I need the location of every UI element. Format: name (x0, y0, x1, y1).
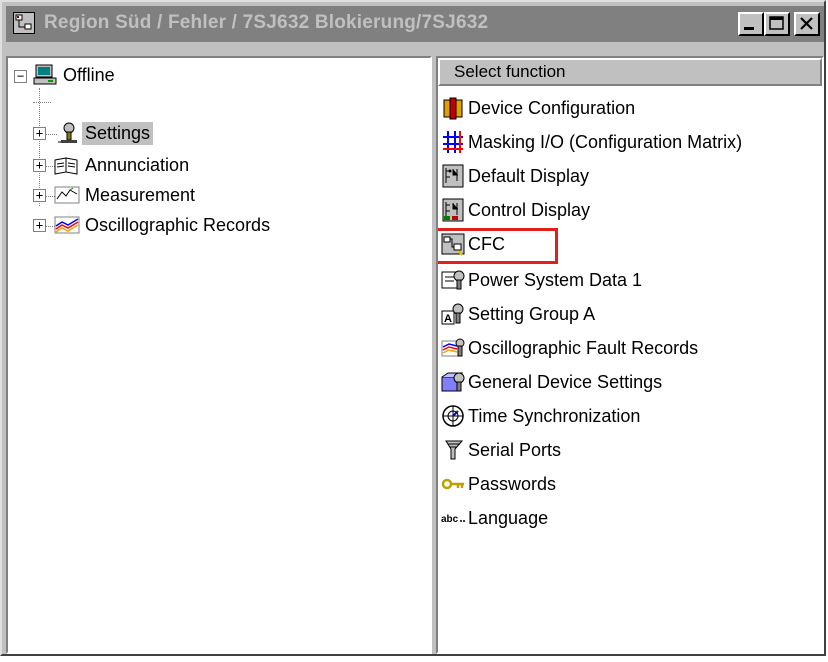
function-item-language[interactable]: abc Language (440, 502, 548, 534)
power-system-icon (441, 270, 465, 290)
fault-records-icon (441, 338, 465, 357)
function-item-label: Time Synchronization (468, 405, 641, 426)
function-item-passwords[interactable]: Passwords (440, 468, 556, 500)
key-icon (441, 478, 464, 490)
function-item-oscillographic-fault-records[interactable]: Oscillographic Fault Records (440, 332, 698, 364)
maximize-button[interactable] (764, 12, 790, 36)
computer-icon (33, 64, 57, 85)
svg-text:A: A (444, 313, 452, 325)
app-window: Region Süd / Fehler / 7SJ632 Blokierung/… (0, 0, 826, 656)
setting-group-icon: A (441, 303, 464, 325)
function-item-label: Serial Ports (468, 439, 562, 460)
expand-icon[interactable]: + (33, 219, 46, 232)
function-item-label: General Device Settings (468, 371, 663, 392)
function-item-label: Passwords (468, 473, 557, 494)
device-config-icon (443, 97, 463, 120)
time-sync-icon (442, 405, 464, 427)
collapse-icon[interactable]: − (14, 70, 27, 83)
function-item-label: Oscillographic Fault Records (468, 337, 699, 358)
tree-item-label: Annunciation (85, 154, 190, 175)
window-title: Region Süd / Fehler / 7SJ632 Blokierung/… (44, 12, 489, 33)
function-item-label: Control Display (468, 199, 591, 220)
function-item-control-display[interactable]: Control Display (440, 194, 590, 226)
svg-text:abc: abc (441, 514, 459, 525)
tree-item-label: Oscillographic Records (85, 214, 271, 235)
tree-item-settings[interactable]: Settings (52, 118, 154, 148)
expand-icon[interactable]: + (33, 159, 46, 172)
expand-icon[interactable]: + (33, 127, 46, 140)
function-item-masking-io[interactable]: Masking I/O (Configuration Matrix) (440, 126, 742, 158)
tree-item-oscillographic-records[interactable]: Oscillographic Records (52, 210, 273, 240)
minimize-icon (744, 27, 754, 30)
function-item-device-configuration[interactable]: Device Configuration (440, 92, 635, 124)
control-display-icon (442, 198, 464, 222)
serial-ports-icon (445, 440, 464, 460)
tree-item-measurement[interactable]: Measurement (52, 180, 198, 210)
tree-panel[interactable]: − Offline + Settings + Annunciation + Me… (6, 56, 432, 654)
function-item-label: Masking I/O (Configuration Matrix) (468, 131, 743, 152)
cfc-highlight-box (438, 228, 558, 264)
function-item-label: Language (468, 507, 549, 528)
column-header-select-function[interactable]: Select function (438, 58, 822, 86)
minimize-button[interactable] (738, 12, 764, 36)
maximize-icon (769, 16, 784, 30)
function-item-label: Power System Data 1 (468, 269, 643, 290)
function-item-label: Setting Group A (468, 303, 596, 324)
language-icon: abc (441, 514, 465, 525)
tree-item-annunciation[interactable]: Annunciation (52, 150, 192, 180)
function-item-power-system-data-1[interactable]: Power System Data 1 (440, 264, 642, 296)
tree-item-label: Offline (63, 64, 115, 85)
general-settings-icon (441, 372, 465, 392)
tree-item-label: Measurement (85, 184, 196, 205)
tree-item-label: Settings (82, 121, 154, 145)
function-item-time-synchronization[interactable]: Time Synchronization (440, 400, 640, 432)
function-item-label: Default Display (468, 165, 590, 186)
settings-icon (58, 122, 77, 143)
book-icon (54, 157, 78, 175)
app-icon (13, 12, 35, 34)
close-button[interactable] (794, 12, 820, 36)
function-item-label: Device Configuration (468, 97, 636, 118)
expand-icon[interactable]: + (33, 189, 46, 202)
tree-item-offline[interactable]: Offline (32, 60, 118, 90)
function-item-setting-group-a[interactable]: A Setting Group A (440, 298, 595, 330)
default-display-icon (442, 164, 464, 188)
function-item-general-device-settings[interactable]: General Device Settings (440, 366, 662, 398)
close-icon (800, 17, 813, 30)
function-list-panel[interactable]: Select function Device Configuration Mas… (436, 56, 824, 654)
function-item-default-display[interactable]: Default Display (440, 160, 589, 192)
tree-connector (33, 102, 51, 103)
function-item-serial-ports[interactable]: Serial Ports (440, 434, 561, 466)
title-bar[interactable]: Region Süd / Fehler / 7SJ632 Blokierung/… (6, 6, 824, 42)
oscillograph-icon (54, 216, 80, 234)
matrix-icon (443, 131, 463, 153)
measurement-icon (54, 186, 80, 204)
